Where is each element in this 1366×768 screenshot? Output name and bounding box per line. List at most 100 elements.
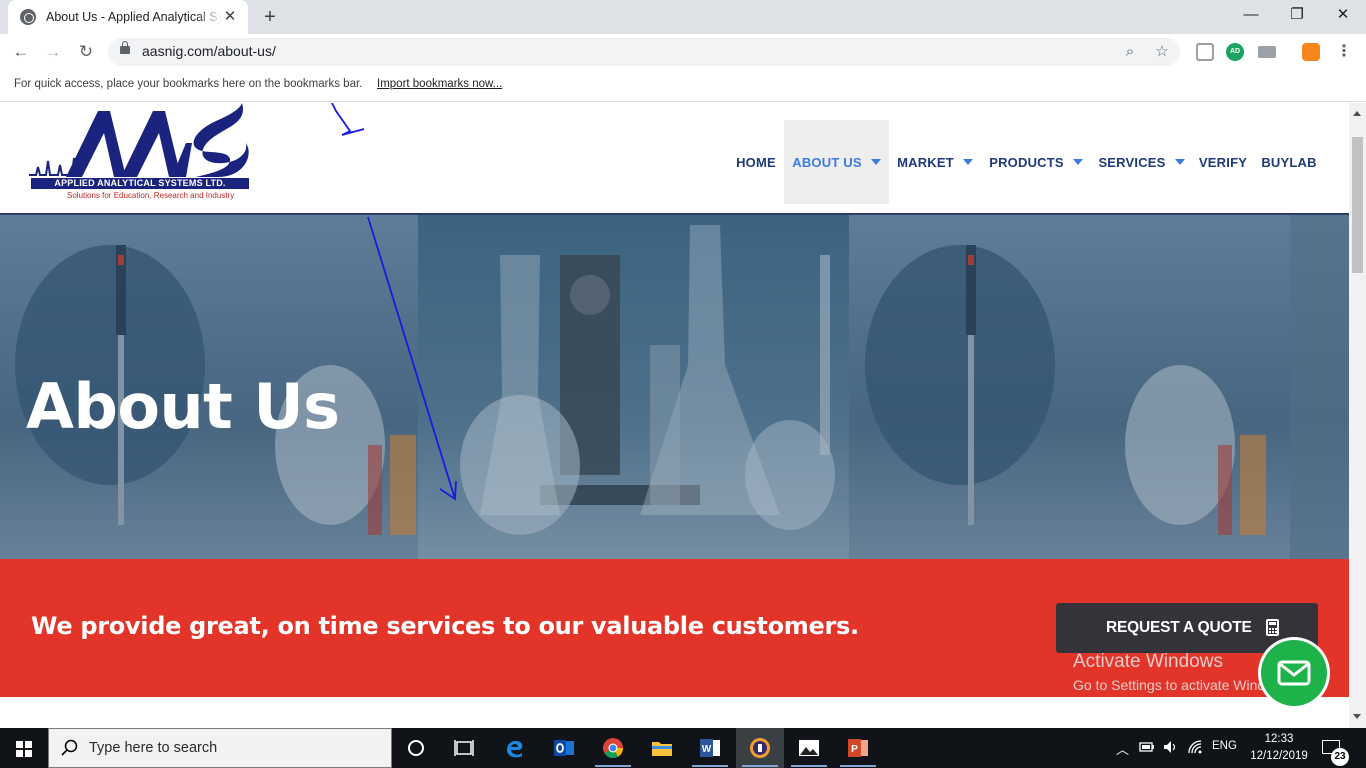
nav-market[interactable]: MARKET bbox=[889, 120, 981, 204]
logo-company-name: APPLIED ANALYTICAL SYSTEMS LTD. bbox=[31, 178, 249, 189]
folder-icon bbox=[652, 742, 672, 756]
nav-home-label: HOME bbox=[736, 154, 776, 170]
close-window-button[interactable]: ✕ bbox=[1320, 0, 1366, 30]
nav-about-us-label: ABOUT US bbox=[792, 154, 862, 170]
camera-extension-icon[interactable] bbox=[1258, 46, 1276, 58]
forward-button[interactable]: → bbox=[40, 39, 66, 65]
browser-tab[interactable]: About Us - Applied Analytical Systems Lt… bbox=[8, 0, 248, 34]
page-viewport: APPLIED ANALYTICAL SYSTEMS LTD. Solution… bbox=[0, 103, 1349, 728]
page-scrollbar[interactable] bbox=[1349, 103, 1366, 728]
word-button[interactable]: W bbox=[686, 728, 734, 768]
back-button[interactable]: ← bbox=[8, 39, 34, 65]
nav-products[interactable]: PRODUCTS bbox=[981, 120, 1091, 204]
nav-buylab[interactable]: BUYLAB bbox=[1254, 120, 1324, 204]
nav-verify-label: VERIFY bbox=[1198, 154, 1248, 170]
cortana-button[interactable] bbox=[392, 728, 440, 768]
notification-count-badge: 23 bbox=[1331, 748, 1349, 766]
show-hidden-icons-chevron-up-icon[interactable]: ︿ bbox=[1116, 739, 1129, 768]
clock-time: 12:33 bbox=[1264, 733, 1294, 745]
volume-icon[interactable] bbox=[1162, 739, 1178, 768]
nav-market-label: MARKET bbox=[897, 154, 954, 170]
tab-title: About Us - Applied Analytical Systems Lt… bbox=[46, 10, 222, 24]
taskbar-clock[interactable]: 12:33 12/12/2019 bbox=[1248, 731, 1310, 765]
nav-verify[interactable]: VERIFY bbox=[1192, 120, 1254, 204]
zoom-icon[interactable]: ⌕ bbox=[1120, 42, 1140, 62]
battery-icon[interactable] bbox=[1139, 740, 1155, 754]
search-icon bbox=[61, 739, 78, 756]
shield-app-icon bbox=[750, 738, 770, 758]
chrome-button[interactable] bbox=[589, 728, 637, 768]
browser-toolbar: ← → ↻ aasnig.com/about-us/ ⌕ ☆ AD ⋮ bbox=[0, 34, 1366, 70]
running-indicator bbox=[742, 765, 778, 767]
nav-services-label: SERVICES bbox=[1098, 154, 1166, 170]
task-view-icon bbox=[454, 740, 474, 756]
running-indicator bbox=[791, 765, 827, 767]
import-bookmarks-link[interactable]: Import bookmarks now... bbox=[377, 78, 502, 90]
address-bar[interactable]: aasnig.com/about-us/ ⌕ ☆ bbox=[108, 38, 1180, 66]
site-logo[interactable]: APPLIED ANALYTICAL SYSTEMS LTD. Solution… bbox=[26, 103, 256, 203]
hero-banner: About Us bbox=[0, 215, 1349, 559]
edge-icon bbox=[507, 740, 523, 758]
reload-button[interactable]: ↻ bbox=[73, 39, 99, 65]
contact-mail-button[interactable] bbox=[1261, 640, 1327, 706]
globe-icon bbox=[20, 9, 36, 25]
banner-text: We provide great, on time services to ou… bbox=[31, 612, 859, 640]
vpn-app-button[interactable] bbox=[736, 728, 784, 768]
url-text[interactable]: aasnig.com/about-us/ bbox=[142, 43, 276, 59]
nav-home[interactable]: HOME bbox=[728, 120, 784, 204]
annotation-scribble bbox=[331, 103, 365, 136]
scroll-down-icon[interactable] bbox=[1353, 714, 1361, 719]
drive-extension-icon[interactable] bbox=[1196, 43, 1214, 61]
language-indicator[interactable]: ENG bbox=[1212, 740, 1237, 768]
taskbar-search[interactable]: Type here to search bbox=[48, 728, 392, 768]
powerpoint-icon: P bbox=[848, 739, 868, 757]
metamask-extension-icon[interactable] bbox=[1302, 43, 1320, 61]
photos-button[interactable] bbox=[785, 728, 833, 768]
scroll-up-icon[interactable] bbox=[1353, 111, 1361, 116]
bookmarks-prompt: For quick access, place your bookmarks h… bbox=[14, 78, 363, 90]
file-explorer-button[interactable] bbox=[638, 728, 686, 768]
nav-buylab-label: BUYLAB bbox=[1261, 154, 1317, 170]
word-icon: W bbox=[700, 739, 720, 757]
running-indicator bbox=[692, 765, 728, 767]
photos-icon bbox=[799, 740, 819, 756]
calculator-icon bbox=[1266, 619, 1279, 636]
network-icon[interactable] bbox=[1187, 739, 1205, 768]
lock-icon[interactable] bbox=[120, 41, 130, 54]
maximize-button[interactable]: ❐ bbox=[1274, 0, 1320, 30]
running-indicator bbox=[595, 765, 631, 767]
search-placeholder: Type here to search bbox=[89, 740, 218, 756]
bookmarks-bar: For quick access, place your bookmarks h… bbox=[0, 70, 1366, 102]
start-button[interactable] bbox=[0, 728, 48, 768]
tab-strip: About Us - Applied Analytical Systems Lt… bbox=[0, 0, 1366, 34]
chevron-down-icon bbox=[962, 159, 973, 165]
bookmark-star-icon[interactable]: ☆ bbox=[1152, 42, 1172, 62]
task-view-button[interactable] bbox=[440, 728, 488, 768]
windows-taskbar: Type here to search W P ︿ ENG 12:33 12/1… bbox=[0, 728, 1366, 768]
site-header: APPLIED ANALYTICAL SYSTEMS LTD. Solution… bbox=[0, 103, 1349, 215]
nav-services[interactable]: SERVICES bbox=[1091, 120, 1192, 204]
powerpoint-button[interactable]: P bbox=[834, 728, 882, 768]
cortana-icon bbox=[408, 740, 424, 756]
scroll-thumb[interactable] bbox=[1352, 137, 1363, 273]
hero-title: About Us bbox=[26, 370, 340, 443]
svg-text:W: W bbox=[702, 744, 712, 755]
chrome-icon bbox=[603, 738, 624, 759]
ad-extension-icon[interactable]: AD bbox=[1226, 43, 1244, 61]
chevron-down-icon bbox=[1072, 159, 1083, 165]
running-indicator bbox=[840, 765, 876, 767]
logo-tagline: Solutions for Education, Research and In… bbox=[67, 191, 235, 200]
chevron-down-icon bbox=[870, 159, 881, 165]
close-tab-icon[interactable]: ✕ bbox=[222, 9, 238, 25]
outlook-icon bbox=[554, 740, 574, 756]
minimize-button[interactable]: — bbox=[1228, 0, 1274, 30]
edge-button[interactable] bbox=[491, 728, 539, 768]
windows-logo-icon bbox=[16, 741, 32, 757]
chrome-menu-icon[interactable]: ⋮ bbox=[1334, 41, 1354, 63]
request-quote-label: REQUEST A QUOTE bbox=[1106, 619, 1252, 636]
outlook-button[interactable] bbox=[540, 728, 588, 768]
nav-products-label: PRODUCTS bbox=[989, 154, 1064, 170]
nav-about-us[interactable]: ABOUT US bbox=[784, 120, 889, 204]
new-tab-button[interactable]: + bbox=[259, 6, 281, 28]
svg-text:P: P bbox=[851, 744, 858, 755]
